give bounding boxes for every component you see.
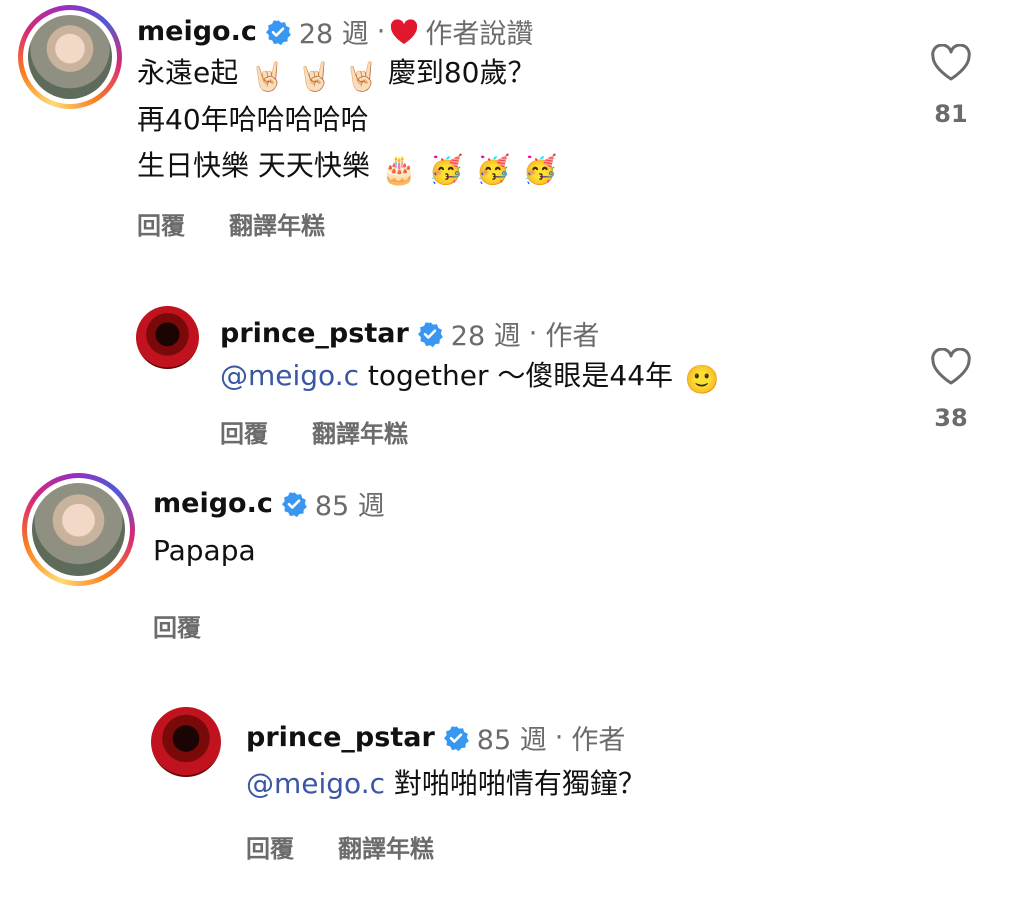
author-tag: 作者 <box>571 725 626 756</box>
verified-badge-icon <box>417 321 443 347</box>
separator-dot: · <box>376 16 386 47</box>
mention-link[interactable]: @meigo.c <box>220 359 359 392</box>
reply-button[interactable]: 回覆 <box>153 608 201 643</box>
avatar[interactable] <box>136 306 199 369</box>
like-count: 81 <box>934 100 968 128</box>
username[interactable]: prince_pstar <box>246 722 435 753</box>
like-control: 38 <box>921 348 981 432</box>
reply-button[interactable]: 回覆 <box>246 829 294 864</box>
comment-text: Papapa <box>153 534 256 567</box>
comment-text: together ～傻眼是44年 <box>367 359 674 392</box>
avatar[interactable] <box>22 473 135 586</box>
verified-badge-icon <box>443 725 469 751</box>
comment-header: meigo.c 28 週 · 作者說讚 <box>137 12 533 51</box>
comment-text: 生日快樂 天天快樂 <box>137 149 370 182</box>
timestamp: 28 週 <box>450 321 521 352</box>
heart-filled-icon <box>391 18 418 44</box>
author-tag: 作者 <box>545 321 600 352</box>
reply-button[interactable]: 回覆 <box>220 414 268 449</box>
comment-actions: 回覆 翻譯年糕 <box>137 206 369 241</box>
translate-button[interactable]: 翻譯年糕 <box>338 829 434 864</box>
smile-emoji: 🙂 <box>684 363 720 396</box>
separator-dot: · <box>528 318 538 349</box>
username[interactable]: prince_pstar <box>220 318 409 349</box>
comment-header: prince_pstar 28 週 · 作者 <box>220 314 599 353</box>
comment-actions: 回覆 翻譯年糕 <box>246 829 478 864</box>
reply-button[interactable]: 回覆 <box>137 206 185 241</box>
comment-body: 永遠e起 🤘🏻 🤘🏻 🤘🏻 慶到80歲？ <box>137 50 536 96</box>
verified-badge-icon <box>281 491 307 517</box>
heart-outline-icon[interactable] <box>930 44 972 82</box>
separator-dot: · <box>554 722 564 753</box>
comment-text: 永遠e起 <box>137 56 239 89</box>
avatar[interactable] <box>18 5 122 109</box>
avatar[interactable] <box>151 707 221 777</box>
comment-actions: 回覆 <box>153 608 245 643</box>
timestamp: 28 週 <box>298 19 369 50</box>
comment-actions: 回覆 翻譯年糕 <box>220 414 452 449</box>
party-face-emoji: 🥳 <box>475 153 511 186</box>
like-control: 81 <box>921 44 981 128</box>
comment-text: 慶到80歲？ <box>387 56 536 89</box>
mention-link[interactable]: @meigo.c <box>246 767 385 800</box>
comment-body: 生日快樂 天天快樂 🎂 🥳 🥳 🥳 <box>137 143 558 189</box>
verified-badge-icon <box>265 19 291 45</box>
comment-text: 對啪啪啪情有獨鐘？ <box>393 767 646 800</box>
comment-header: meigo.c 85 週 <box>153 484 385 523</box>
heart-outline-icon[interactable] <box>930 348 972 386</box>
comment-body: @meigo.c together ～傻眼是44年 🙂 <box>220 353 720 399</box>
translate-button[interactable]: 翻譯年糕 <box>229 206 325 241</box>
timestamp: 85 週 <box>314 491 385 522</box>
comment-text: 再40年哈哈哈哈哈 <box>137 103 369 136</box>
comment-body: @meigo.c 對啪啪啪情有獨鐘？ <box>246 761 646 807</box>
party-face-emoji: 🥳 <box>428 153 464 186</box>
translate-button[interactable]: 翻譯年糕 <box>312 414 408 449</box>
rock-hand-emoji: 🤘🏻 <box>343 60 379 93</box>
party-face-emoji: 🥳 <box>522 153 558 186</box>
username[interactable]: meigo.c <box>137 16 257 47</box>
username[interactable]: meigo.c <box>153 488 273 519</box>
rock-hand-emoji: 🤘🏻 <box>297 60 332 93</box>
rock-hand-emoji: 🤘🏻 <box>250 60 286 93</box>
like-count: 38 <box>934 404 968 432</box>
timestamp: 85 週 <box>476 725 547 756</box>
comment-header: prince_pstar 85 週 · 作者 <box>246 718 625 757</box>
birthday-cake-emoji: 🎂 <box>381 153 417 186</box>
author-liked-label: 作者說讚 <box>425 19 534 50</box>
